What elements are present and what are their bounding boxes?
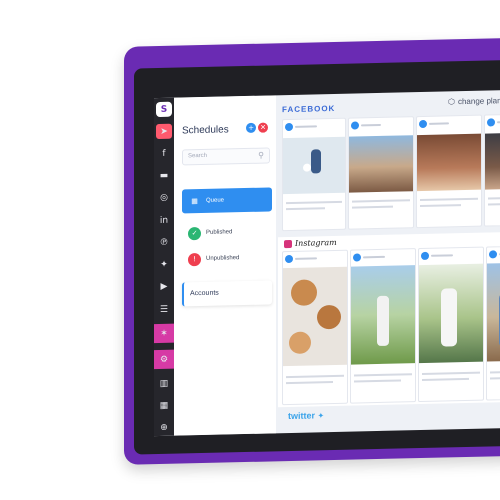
post-image: [351, 265, 415, 365]
unpublished-icon: !: [188, 252, 201, 266]
add-icon[interactable]: ⊕: [156, 420, 172, 436]
post-image: [417, 133, 481, 192]
youtube-icon[interactable]: ▶: [156, 279, 172, 295]
delete-icon[interactable]: ✕: [258, 122, 268, 133]
calendar-icon[interactable]: ▬: [156, 168, 172, 184]
app-logo-icon[interactable]: S: [156, 101, 172, 118]
twitter-bird-icon: ✦: [317, 411, 325, 421]
search-placeholder: Search: [188, 152, 208, 160]
unpublished-item[interactable]: ! Unpublished: [182, 245, 272, 271]
instagram-post-card[interactable]: [486, 245, 500, 401]
published-label: Published: [206, 229, 233, 236]
unpublished-label: Unpublished: [206, 255, 240, 262]
twitter-icon[interactable]: ✦: [156, 257, 172, 273]
published-icon: ✓: [188, 226, 201, 240]
linkedin-icon[interactable]: in: [156, 213, 172, 229]
instagram-section: Instagram: [278, 230, 500, 408]
instagram-post-card[interactable]: [282, 249, 348, 406]
search-icon: ⚲: [258, 150, 264, 160]
facebook-post-card[interactable]: [282, 117, 346, 232]
queue-icon: ▦: [191, 197, 198, 206]
instagram-section-title: Instagram: [284, 238, 337, 248]
post-image: [349, 135, 413, 193]
twitter-label: twitter: [288, 410, 315, 422]
cube-icon: ⬡: [448, 97, 455, 107]
promo-stage: S ➤ f ▬ ◎ in ℗ ✦ ▶ ☰ ✶ ⚙ ▥ ▦ ⊕ Schedules…: [0, 0, 500, 500]
brand-icon[interactable]: ✶: [154, 323, 174, 344]
icon-rail: S ➤ f ▬ ◎ in ℗ ✦ ▶ ☰ ✶ ⚙ ▥ ▦ ⊕: [154, 97, 174, 437]
schedules-panel: Schedules + ✕ Search ⚲ ▦ Queue ✓ Publish…: [174, 95, 276, 436]
twitter-section-title: twitter ✦: [288, 410, 324, 421]
instagram-post-card[interactable]: [350, 248, 416, 404]
bar-chart-icon[interactable]: ▥: [156, 376, 172, 392]
queue-item[interactable]: ▦ Queue: [182, 187, 272, 214]
add-schedule-icon[interactable]: +: [246, 122, 256, 133]
post-image: [419, 263, 483, 364]
facebook-post-card[interactable]: [484, 113, 500, 227]
instagram-post-card[interactable]: [418, 246, 484, 403]
facebook-icon[interactable]: f: [156, 146, 172, 162]
pinterest-icon[interactable]: ℗: [156, 235, 172, 251]
published-item[interactable]: ✓ Published: [182, 219, 272, 245]
app-screen: S ➤ f ▬ ◎ in ℗ ✦ ▶ ☰ ✶ ⚙ ▥ ▦ ⊕ Schedules…: [154, 89, 500, 437]
search-input[interactable]: Search ⚲: [182, 147, 270, 166]
storage-icon[interactable]: ☰: [156, 302, 172, 318]
facebook-post-card[interactable]: [348, 116, 414, 230]
panel-title: Schedules: [182, 124, 229, 137]
post-image: [283, 136, 345, 195]
calendar-small-icon[interactable]: ▦: [156, 398, 172, 414]
change-plan-label: change plan: [457, 96, 500, 107]
accounts-button[interactable]: Accounts: [182, 280, 272, 307]
post-image: [283, 266, 347, 367]
analytics-icon[interactable]: ⚙: [154, 349, 174, 370]
instagram-icon[interactable]: ◎: [156, 191, 172, 207]
main-content: FACEBOOK ⬡ change plan Instagram twitter…: [278, 89, 500, 433]
facebook-post-card[interactable]: [416, 114, 482, 229]
send-icon[interactable]: ➤: [156, 123, 172, 140]
instagram-logo-icon: [284, 239, 292, 248]
facebook-section-title: FACEBOOK: [282, 103, 336, 115]
queue-label: Queue: [206, 197, 225, 204]
instagram-label: Instagram: [295, 237, 337, 248]
laptop-frame: S ➤ f ▬ ◎ in ℗ ✦ ▶ ☰ ✶ ⚙ ▥ ▦ ⊕ Schedules…: [124, 37, 500, 465]
screen-bezel: S ➤ f ▬ ◎ in ℗ ✦ ▶ ☰ ✶ ⚙ ▥ ▦ ⊕ Schedules…: [134, 59, 500, 455]
change-plan-button[interactable]: ⬡ change plan: [448, 96, 500, 106]
post-image: [485, 132, 500, 190]
post-image: [487, 262, 500, 362]
